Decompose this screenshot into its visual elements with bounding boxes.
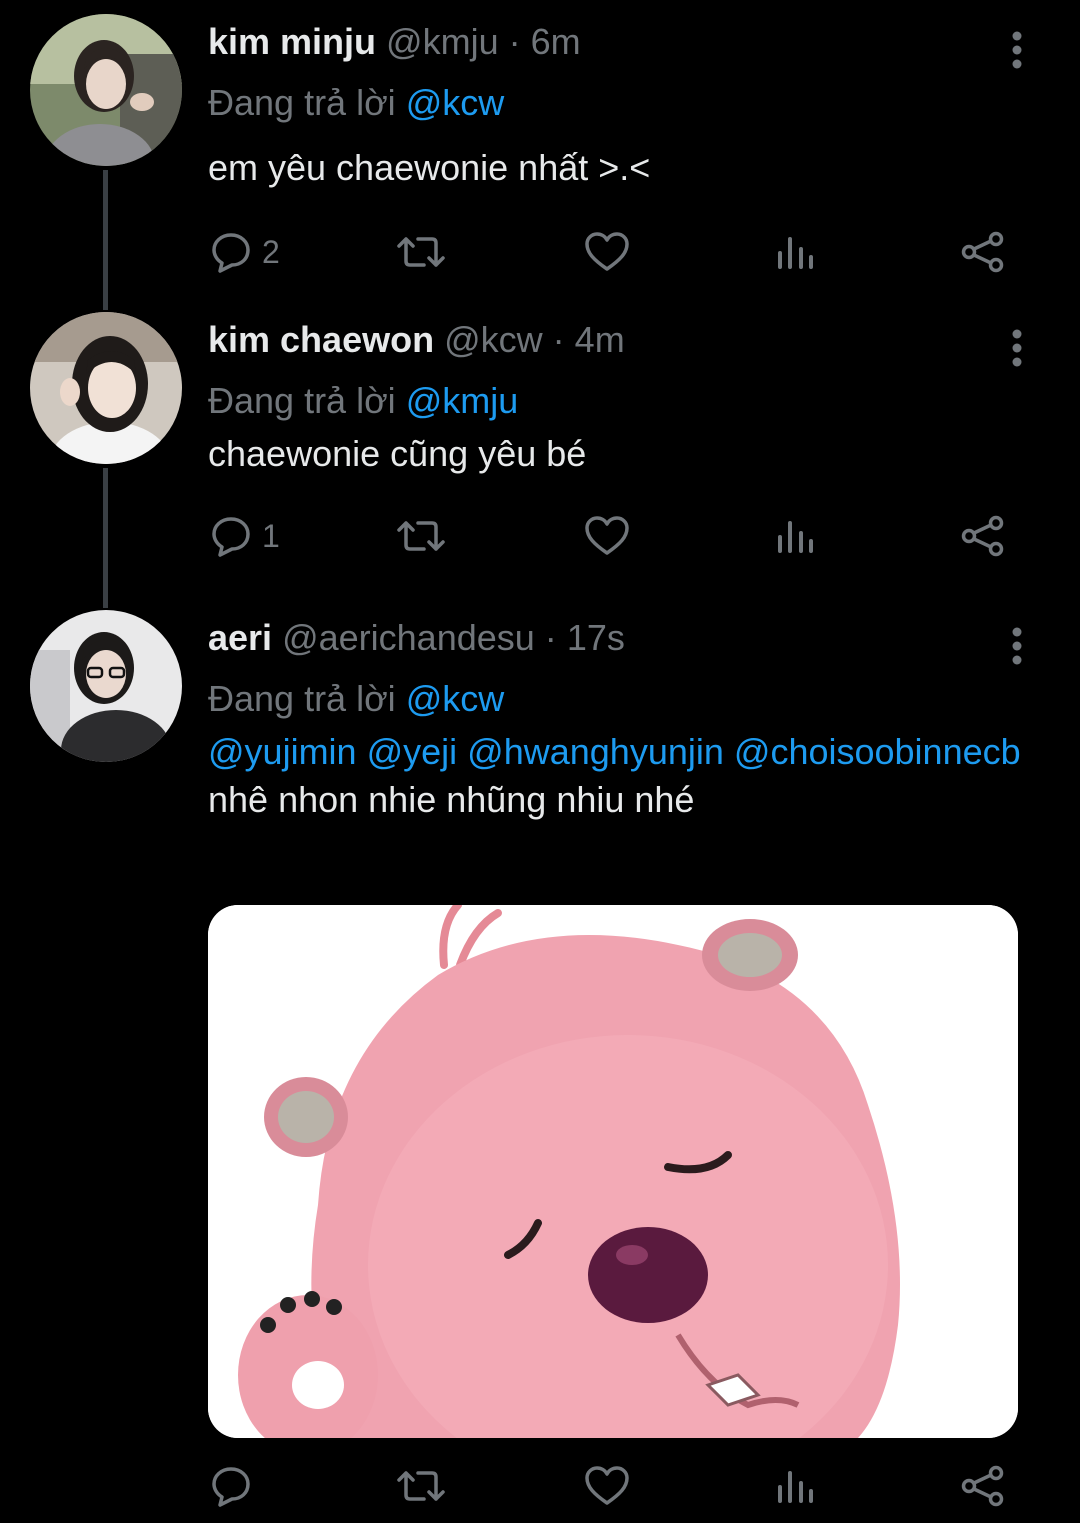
replying-mention[interactable]: @kcw — [406, 82, 505, 123]
reply-icon — [210, 1465, 252, 1507]
separator-dot: · — [552, 319, 565, 360]
retweet-button[interactable] — [396, 1458, 446, 1514]
like-button[interactable] — [584, 508, 630, 564]
replying-mention[interactable]: @kcw — [406, 678, 505, 719]
display-name[interactable]: kim chaewon — [208, 319, 434, 360]
more-icon[interactable] — [1000, 624, 1034, 668]
more-icon[interactable] — [1000, 326, 1034, 370]
share-icon — [960, 1465, 1006, 1507]
action-bar: 1 — [208, 508, 1038, 564]
reply-button[interactable] — [210, 1458, 252, 1514]
avatar[interactable] — [30, 14, 182, 166]
like-button[interactable] — [584, 1458, 630, 1514]
user-handle[interactable]: @kcw — [444, 319, 543, 360]
timestamp[interactable]: 17s — [567, 617, 625, 658]
reply-icon — [210, 231, 252, 273]
like-icon — [584, 1465, 630, 1507]
share-icon — [960, 515, 1006, 557]
separator-dot: · — [508, 21, 521, 62]
display-name[interactable]: aeri — [208, 617, 272, 658]
retweet-icon — [396, 1465, 446, 1507]
views-button[interactable] — [776, 508, 816, 564]
retweet-icon — [396, 515, 446, 557]
reply-count: 2 — [262, 233, 280, 270]
user-handle[interactable]: @kmju — [386, 21, 499, 62]
retweet-button[interactable] — [396, 508, 446, 564]
reply-count: 1 — [262, 517, 280, 554]
share-icon — [960, 231, 1006, 273]
share-button[interactable] — [960, 224, 1006, 280]
tweet-media-image[interactable] — [208, 905, 1018, 1438]
views-icon — [776, 231, 816, 273]
tweet-header: aeri @aerichandesu · 17s — [208, 610, 625, 666]
tweet-header: kim chaewon @kcw · 4m — [208, 312, 625, 368]
mention-link[interactable]: @yeji — [367, 731, 458, 772]
user-handle[interactable]: @aerichandesu — [282, 617, 535, 658]
more-icon[interactable] — [1000, 28, 1034, 72]
replying-prefix: Đang trả lời — [208, 82, 396, 123]
pink-beaver-cartoon-image — [208, 905, 1018, 1438]
reply-icon — [210, 515, 252, 557]
tweet-text: chaewonie cũng yêu bé — [208, 433, 587, 474]
like-icon — [584, 515, 630, 557]
views-icon — [776, 1465, 816, 1507]
views-button[interactable] — [776, 1458, 816, 1514]
replying-to: Đang trả lời @kmju — [208, 376, 518, 426]
mention-link[interactable]: @hwanghyunjin — [467, 731, 724, 772]
action-bar: 2 — [208, 224, 1038, 280]
replying-prefix: Đang trả lời — [208, 678, 396, 719]
mention-link[interactable]: @yujimin — [208, 731, 357, 772]
tweet[interactable]: kim minju @kmju · 6m Đang trả lời @kcw e… — [0, 14, 1080, 294]
timestamp[interactable]: 6m — [531, 21, 581, 62]
separator-dot: · — [544, 617, 557, 658]
tweet-header: kim minju @kmju · 6m — [208, 14, 581, 70]
reply-button[interactable]: 2 — [210, 224, 280, 280]
retweet-icon — [396, 231, 446, 273]
avatar[interactable] — [30, 610, 182, 762]
replying-prefix: Đang trả lời — [208, 380, 396, 421]
display-name[interactable]: kim minju — [208, 21, 376, 62]
tweet[interactable]: kim chaewon @kcw · 4m Đang trả lời @kmju… — [0, 312, 1080, 592]
replying-to: Đang trả lời @kcw — [208, 78, 504, 128]
tweet-text: @yujimin @yeji @hwanghyunjin @choisoobin… — [208, 728, 1038, 824]
retweet-button[interactable] — [396, 224, 446, 280]
tweet-text-body: nhê nhon nhie nhũng nhiu nhé — [208, 779, 695, 820]
views-button[interactable] — [776, 224, 816, 280]
replying-mention[interactable]: @kmju — [406, 380, 519, 421]
share-button[interactable] — [960, 508, 1006, 564]
views-icon — [776, 515, 816, 557]
like-icon — [584, 231, 630, 273]
tweet-text: em yêu chaewonie nhất >.< — [208, 147, 651, 188]
tweet[interactable]: aeri @aerichandesu · 17s Đang trả lời @k… — [0, 610, 1080, 1523]
reply-button[interactable]: 1 — [210, 508, 280, 564]
replying-to: Đang trả lời @kcw — [208, 674, 504, 724]
timestamp[interactable]: 4m — [575, 319, 625, 360]
avatar[interactable] — [30, 312, 182, 464]
action-bar — [208, 1458, 1038, 1514]
share-button[interactable] — [960, 1458, 1006, 1514]
like-button[interactable] — [584, 224, 630, 280]
mention-link[interactable]: @choisoobinnecb — [734, 731, 1021, 772]
